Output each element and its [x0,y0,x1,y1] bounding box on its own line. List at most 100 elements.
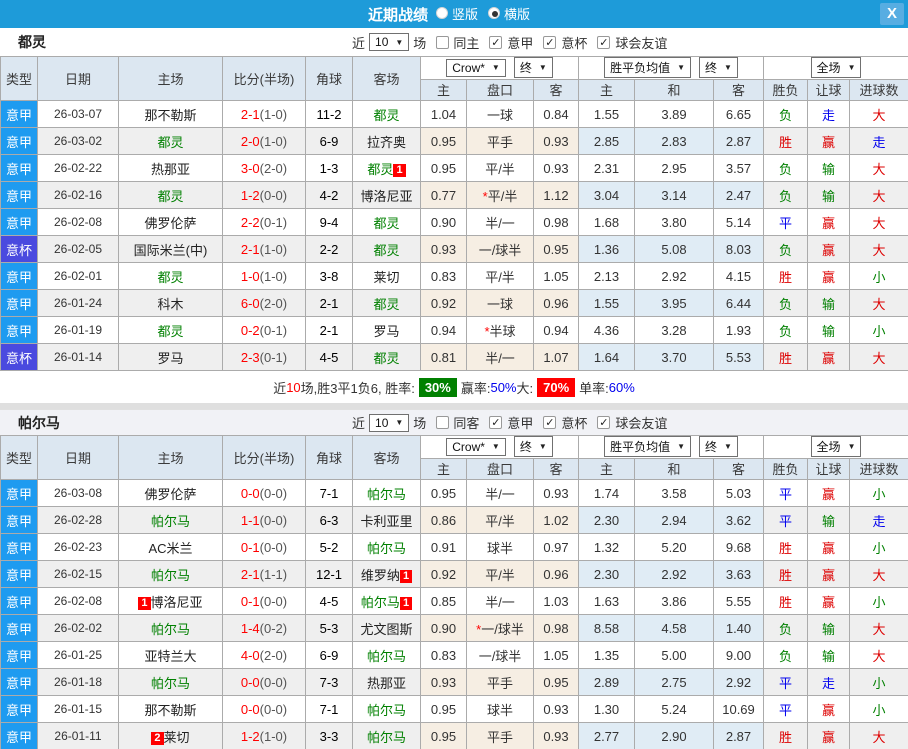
result-goals: 小 [849,316,908,344]
radio-icon[interactable] [435,7,448,20]
matches-table: 类型 日期 主场 比分(半场) 角球 客场 Crow* ▼ 终 ▼ 胜平负均值 ▼ 终 ▼ 全场 ▼… [0,56,908,371]
mean-header-cell: 胜平负均值 ▼ 终 ▼ [577,56,765,80]
home-team: 科木 [118,289,223,317]
scope-select[interactable]: 全场 ▼ [810,436,862,458]
corner-count: 1-3 [305,154,353,182]
layout-radio-竖版[interactable]: 竖版 [435,4,478,23]
result-wdl: 胜 [763,127,809,155]
competition-label: 球会友谊 [615,35,668,51]
away-team: 尤文图斯 [352,614,421,642]
same-venue-label: 同主 [453,35,480,51]
odds-away: 0.98 [533,208,579,236]
summary-segment: 大: [516,380,534,396]
sub-column-header: 让球 [807,457,851,480]
home-team: 都灵 [118,262,223,290]
result-wdl: 胜 [763,262,809,290]
mean-stage-select[interactable]: 终 ▼ [699,436,738,458]
competition-checkbox[interactable]: ✓ [543,416,557,429]
match-row: 意甲 26-01-19 都灵 0-2(0-1) 2-1 罗马 0.94 *半球 0.94 4.36… [0,316,908,344]
sub-column-header: 让球 [807,78,851,101]
column-header: 日期 [37,56,119,101]
handicap-line: 一球 [466,289,534,317]
competition-checkbox[interactable]: ✓ [489,416,503,429]
home-team: 1 博洛尼亚 [118,587,223,615]
odds-home: 0.95 [420,722,467,749]
layout-radio-横版[interactable]: 横版 [488,4,530,23]
mean-draw: 3.89 [634,100,714,128]
score: 2-2(0-1) [222,208,306,236]
odds-stage-select[interactable]: 终 ▼ [513,436,553,458]
rank-badge: 1 [399,569,413,583]
odds-company-select[interactable]: Crow* ▼ [446,437,506,456]
odds-away: 0.97 [533,533,579,561]
odds-away: 0.95 [533,235,579,263]
result-wdl: 负 [763,181,809,209]
mean-win: 2.31 [578,154,635,182]
matches-table: 类型 日期 主场 比分(半场) 角球 客场 Crow* ▼ 终 ▼ 胜平负均值 ▼ 终 ▼ 全场 ▼… [0,435,908,749]
competition-badge: 意甲 [0,479,38,507]
odds-company-select[interactable]: Crow* ▼ [446,58,506,77]
recent-count-select[interactable]: 10 ▼ [369,33,410,51]
scope-header-cell: 全场 ▼ [763,435,908,459]
same-venue-checkbox[interactable] [436,416,450,429]
handicap-line: 平手 [466,127,534,155]
home-team: 热那亚 [118,154,223,182]
match-row: 意甲 26-02-08 1 博洛尼亚 0-1(0-0) 4-5 帕尔马 1 0.85 半/一 1.0… [0,587,908,615]
score: 6-0(2-0) [222,289,306,317]
mean-win: 2.30 [578,506,635,534]
match-date: 26-02-08 [37,587,119,615]
sub-column-header: 胜负 [763,78,809,101]
score: 1-2(1-0) [222,722,306,749]
result-goals: 大 [849,614,908,642]
mean-loss: 5.53 [712,343,765,371]
result-wdl: 平 [763,506,809,534]
odds-home: 0.93 [420,235,467,263]
odds-home: 0.95 [420,695,467,723]
home-team: 那不勒斯 [118,695,223,723]
chevron-down-icon: ▼ [724,63,732,73]
competition-checkbox[interactable]: ✓ [489,35,503,49]
column-header: 客场 [352,56,421,101]
competition-checkbox[interactable]: ✓ [597,35,611,49]
competition-label: 意杯 [561,35,588,51]
handicap-line: 平手 [466,668,534,696]
close-button[interactable]: X [880,3,904,25]
competition-checkbox[interactable]: ✓ [543,35,557,49]
odds-away: 0.93 [533,479,579,507]
odds-away: 0.93 [533,695,579,723]
chevron-down-icon: ▼ [395,37,404,47]
column-header: 日期 [37,435,119,480]
mean-type-select[interactable]: 胜平负均值 ▼ [604,436,691,458]
result-goals: 大 [849,641,908,669]
competition-checkbox[interactable]: ✓ [597,416,611,429]
radio-icon[interactable] [488,7,500,20]
same-venue-checkbox[interactable] [436,35,450,49]
mean-win: 1.63 [578,587,635,615]
handicap-line: 平/半 [466,154,534,182]
match-date: 26-02-28 [37,506,119,534]
result-handicap: 赢 [807,235,851,263]
away-team: 都灵 [352,235,421,263]
odds-stage-select[interactable]: 终 ▼ [513,57,553,79]
mean-draw: 3.70 [634,343,714,371]
filter-bar: 近 10 ▼ 场 同主 ✓ 意甲 ✓ 意杯 ✓ 球会友谊 [352,33,667,52]
mean-stage-select[interactable]: 终 ▼ [699,57,738,79]
mean-loss: 10.69 [712,695,765,723]
corner-count: 9-4 [305,208,353,236]
corner-count: 2-1 [305,316,353,344]
column-header: 角球 [305,56,353,101]
result-goals: 小 [849,262,908,290]
match-row: 意甲 26-02-23 AC米兰 0-1(0-0) 5-2 帕尔马 0.91 球半 0.97 1.… [0,533,908,561]
scope-select[interactable]: 全场 ▼ [810,57,862,79]
corner-count: 2-1 [305,289,353,317]
scope-header-cell: 全场 ▼ [763,56,908,80]
odds-home: 0.85 [420,587,467,615]
score: 2-0(1-0) [222,127,306,155]
recent-count-select[interactable]: 10 ▼ [369,413,410,432]
sub-column-header: 客 [533,78,579,101]
mean-win: 2.13 [578,262,635,290]
result-wdl: 平 [763,479,809,507]
mean-type-select[interactable]: 胜平负均值 ▼ [604,57,691,79]
corner-count: 7-1 [305,695,353,723]
match-row: 意杯 26-01-14 罗马 2-3(0-1) 4-5 都灵 0.81 半/一 1.07 1.64… [0,343,908,371]
